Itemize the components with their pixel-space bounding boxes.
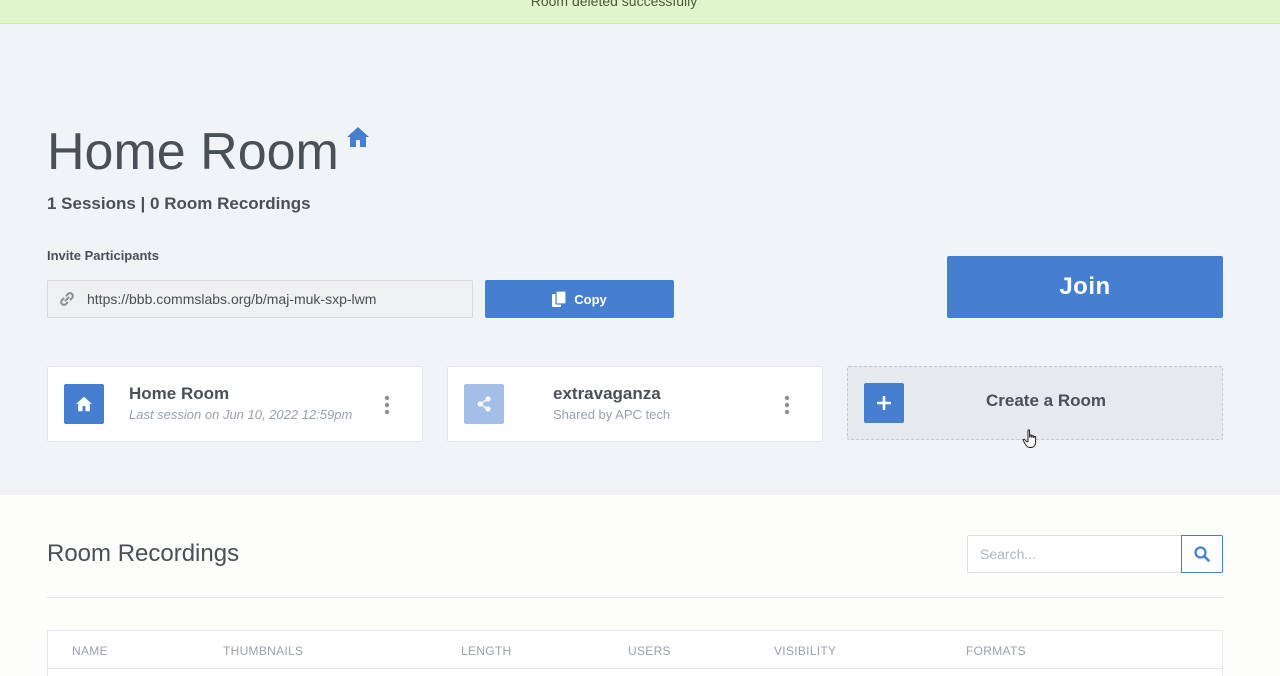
table-header-divider bbox=[48, 668, 1222, 669]
column-header-formats: FORMATS bbox=[966, 644, 1026, 658]
room-last-session: Last session on Jun 10, 2022 12:59pm bbox=[129, 407, 353, 422]
search-icon bbox=[1194, 546, 1210, 562]
flash-message: Room deleted successfully bbox=[530, 0, 698, 9]
copy-button-label: Copy bbox=[574, 291, 607, 307]
home-icon bbox=[76, 396, 92, 412]
link-icon bbox=[60, 292, 74, 306]
room-badge bbox=[464, 384, 504, 424]
room-badge bbox=[64, 384, 104, 424]
section-divider bbox=[47, 597, 1223, 598]
invite-url-input[interactable] bbox=[87, 289, 462, 309]
invite-label: Invite Participants bbox=[47, 248, 159, 263]
copy-icon bbox=[552, 291, 567, 307]
room-card-extravaganza[interactable]: extravaganza Shared by APC tech bbox=[447, 366, 823, 442]
kebab-menu-icon[interactable] bbox=[382, 395, 392, 415]
invite-url-field bbox=[47, 280, 473, 318]
create-room-badge bbox=[864, 383, 904, 423]
share-icon bbox=[477, 396, 491, 412]
recordings-search-input[interactable] bbox=[967, 535, 1182, 573]
column-header-visibility[interactable]: VISIBILITY bbox=[774, 644, 836, 658]
column-header-length[interactable]: LENGTH bbox=[461, 644, 511, 658]
column-header-users[interactable]: USERS bbox=[628, 644, 671, 658]
recordings-title: Room Recordings bbox=[47, 540, 240, 567]
create-room-label: Create a Room bbox=[986, 391, 1106, 410]
kebab-menu-icon[interactable] bbox=[782, 395, 792, 415]
room-shared-by: Shared by APC tech bbox=[553, 407, 671, 422]
hand-pointer-cursor-icon bbox=[1022, 429, 1037, 448]
join-button[interactable]: Join bbox=[947, 256, 1223, 318]
room-stats: 1 Sessions | 0 Room Recordings bbox=[47, 194, 311, 213]
home-icon bbox=[347, 127, 369, 147]
plus-icon bbox=[877, 396, 891, 410]
flash-banner: Room deleted successfully bbox=[0, 0, 1280, 24]
column-header-name[interactable]: NAME bbox=[72, 644, 108, 658]
room-card-home-room[interactable]: Home Room Last session on Jun 10, 2022 1… bbox=[47, 366, 423, 442]
copy-button[interactable]: Copy bbox=[485, 280, 674, 318]
room-name: Home Room bbox=[129, 384, 230, 403]
column-header-thumbnails: THUMBNAILS bbox=[223, 644, 304, 658]
search-button[interactable] bbox=[1181, 535, 1223, 573]
recordings-table: NAME THUMBNAILS LENGTH USERS VISIBILITY … bbox=[47, 630, 1223, 676]
page-title: Home Room bbox=[47, 123, 339, 181]
room-name: extravaganza bbox=[553, 384, 661, 403]
